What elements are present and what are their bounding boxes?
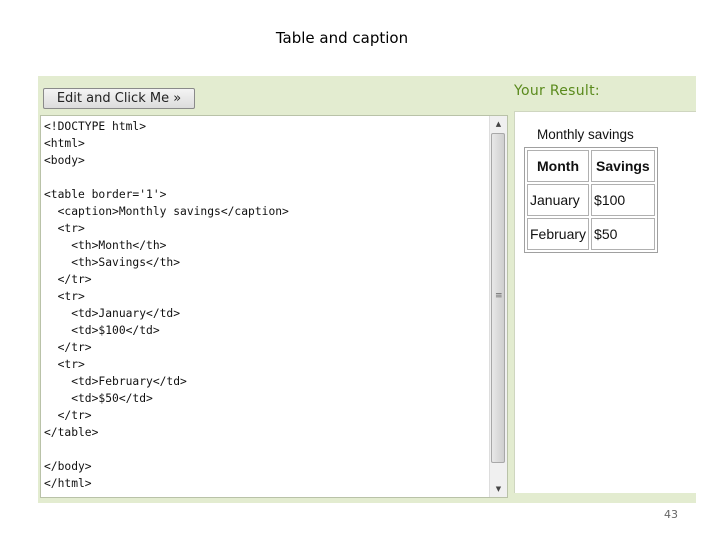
table-row: January $100 bbox=[527, 184, 655, 216]
edit-and-click-button[interactable]: Edit and Click Me » bbox=[43, 88, 195, 109]
table-row: February $50 bbox=[527, 218, 655, 250]
cell-month: February bbox=[527, 218, 590, 250]
table-caption: Monthly savings bbox=[537, 127, 634, 142]
scroll-up-arrow-icon[interactable]: ▲ bbox=[490, 116, 507, 132]
cell-savings: $100 bbox=[591, 184, 655, 216]
scrollbar-thumb[interactable]: ≡ bbox=[491, 133, 505, 463]
grip-icon: ≡ bbox=[495, 291, 503, 301]
code-editor[interactable]: <!DOCTYPE html> <html> <body> <table bor… bbox=[40, 115, 508, 498]
header-savings: Savings bbox=[591, 150, 655, 182]
header-month: Month bbox=[527, 150, 590, 182]
result-table: Month Savings January $100 February $50 bbox=[524, 147, 658, 253]
cell-month: January bbox=[527, 184, 590, 216]
page-number: 43 bbox=[664, 508, 678, 521]
result-label: Your Result: bbox=[514, 83, 600, 99]
code-textarea[interactable]: <!DOCTYPE html> <html> <body> <table bor… bbox=[44, 118, 289, 492]
result-frame: Monthly savings Month Savings January $1… bbox=[514, 111, 696, 493]
table-header-row: Month Savings bbox=[527, 150, 655, 182]
cell-savings: $50 bbox=[591, 218, 655, 250]
scroll-down-arrow-icon[interactable]: ▼ bbox=[490, 481, 507, 497]
editor-scrollbar[interactable]: ▲ ≡ ▼ bbox=[489, 116, 507, 497]
slide-title: Table and caption bbox=[275, 29, 409, 47]
